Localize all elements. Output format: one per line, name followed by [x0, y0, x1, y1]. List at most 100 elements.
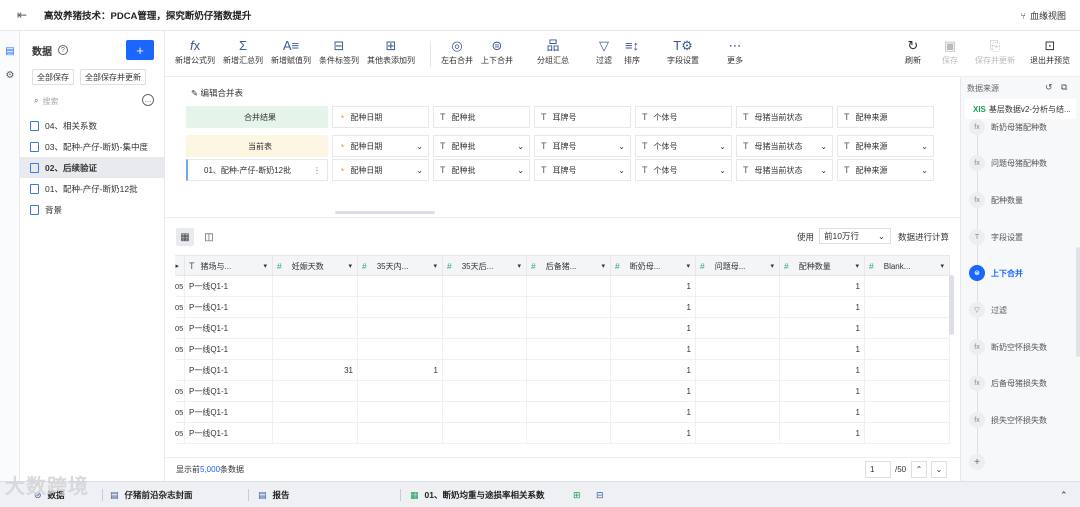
source-column-select[interactable]: T 耳牌号 ⌄: [534, 159, 631, 181]
table-cell[interactable]: [273, 339, 358, 360]
table-cell[interactable]: [527, 423, 611, 444]
dataset-item[interactable]: 背景: [20, 199, 164, 220]
current-column-select[interactable]: T 耳牌号 ⌄: [534, 135, 631, 157]
dataset-item[interactable]: 04、相关系数: [20, 115, 164, 136]
save-update-button[interactable]: ⎘ 保存并更新: [975, 37, 1015, 66]
table-cell[interactable]: 05: [175, 297, 185, 318]
table-cell[interactable]: 1: [611, 276, 696, 297]
new-summary-column-button[interactable]: Σ 新增汇总列: [223, 37, 263, 66]
up-down-merge-button[interactable]: ⊜ 上下合并: [481, 37, 513, 66]
table-cell[interactable]: P一线Q1-1: [185, 360, 273, 381]
tab-correlation[interactable]: ▦ 01、断奶均重与途损率相关系数: [410, 487, 544, 503]
panel-splitter[interactable]: [165, 217, 960, 225]
prev-page-button[interactable]: ⌃: [911, 461, 927, 478]
table-cell[interactable]: 1: [780, 423, 865, 444]
table-cell[interactable]: P一线Q1-1: [185, 402, 273, 423]
table-cell[interactable]: [865, 339, 950, 360]
table-cell[interactable]: 1: [611, 423, 696, 444]
step-item[interactable]: T 字段设置: [969, 227, 1023, 247]
column-header[interactable]: # 断奶母... ▾: [611, 256, 696, 276]
group-summary-button[interactable]: 品分组汇总: [537, 37, 569, 66]
table-cell[interactable]: 05: [175, 423, 185, 444]
new-assign-column-button[interactable]: A≡ 新增赋值列: [271, 37, 311, 66]
filter-button[interactable]: ▽ 过滤: [596, 37, 612, 66]
table-cell[interactable]: P一线Q1-1: [185, 423, 273, 444]
table-cell[interactable]: 1: [611, 381, 696, 402]
table-cell[interactable]: [865, 381, 950, 402]
table-cell[interactable]: 05: [175, 276, 185, 297]
more-options-icon[interactable]: …: [142, 94, 154, 106]
table-cell[interactable]: 05: [175, 339, 185, 360]
table-cell[interactable]: [273, 297, 358, 318]
table-cell[interactable]: [527, 276, 611, 297]
table-cell[interactable]: 05: [175, 381, 185, 402]
save-button[interactable]: ▣ 保存: [942, 37, 958, 66]
table-cell[interactable]: 1: [780, 297, 865, 318]
history-icon[interactable]: ↺: [1045, 82, 1053, 93]
more-options-icon[interactable]: ⋮: [313, 166, 321, 175]
table-cell[interactable]: [358, 402, 443, 423]
steps-scrollbar[interactable]: [1076, 247, 1080, 357]
table-cell[interactable]: P一线Q1-1: [185, 297, 273, 318]
current-column-select[interactable]: T 配种来源 ⌄: [837, 135, 934, 157]
dropdown-arrow-icon[interactable]: ▾: [686, 262, 690, 270]
add-data-button[interactable]: +: [126, 40, 154, 60]
column-header[interactable]: T 猪场与... ▾: [185, 256, 273, 276]
field-settings-button[interactable]: T⚙ 字段设置: [667, 37, 699, 66]
table-cell[interactable]: [865, 423, 950, 444]
current-column-select[interactable]: T 母猪当前状态 ⌄: [736, 135, 833, 157]
dropdown-arrow-icon[interactable]: ▾: [770, 262, 774, 270]
exit-preview-button[interactable]: ⊡ 退出并预览: [1030, 37, 1070, 66]
table-cell[interactable]: [358, 423, 443, 444]
tab-cover[interactable]: ▤ 仔猪前沿杂志封面: [110, 487, 193, 503]
source-column-select[interactable]: T 母猪当前状态 ⌄: [736, 159, 833, 181]
save-all-button[interactable]: 全部保存: [32, 69, 74, 85]
table-cell[interactable]: [527, 402, 611, 423]
dataset-item-selected[interactable]: 02、后续验证: [20, 157, 164, 178]
refresh-button[interactable]: ↻ 刷新: [905, 37, 921, 66]
source-column-select[interactable]: T 配种批 ⌄: [433, 159, 530, 181]
table-cell[interactable]: 1: [611, 318, 696, 339]
table-cell[interactable]: [865, 318, 950, 339]
step-item[interactable]: fx 问题母猪配种数: [969, 153, 1047, 173]
table-cell[interactable]: [527, 318, 611, 339]
table-cell[interactable]: [696, 318, 780, 339]
dropdown-arrow-icon[interactable]: ▾: [433, 262, 437, 270]
table-cell[interactable]: 1: [780, 276, 865, 297]
dataset-item[interactable]: 03、配种-产仔-断奶-集中度: [20, 136, 164, 157]
current-column-select[interactable]: T 配种批 ⌄: [433, 135, 530, 157]
rows-select[interactable]: 前10万行 ⌄: [819, 228, 891, 244]
table-cell[interactable]: [273, 402, 358, 423]
edit-merge-table-button[interactable]: ✎ 编辑合并表: [191, 87, 243, 99]
new-formula-column-button[interactable]: fx 新增公式列: [175, 37, 215, 66]
table-row[interactable]: 05 P一线Q1-1 1 1: [175, 423, 950, 444]
table-cell[interactable]: [865, 297, 950, 318]
table-cell[interactable]: 31: [273, 360, 358, 381]
table-cell[interactable]: 1: [358, 360, 443, 381]
table-row[interactable]: 05 P一线Q1-1 1 1: [175, 297, 950, 318]
add-step-button[interactable]: +: [969, 454, 985, 470]
copy-icon[interactable]: ⧉: [1061, 82, 1067, 93]
table-cell[interactable]: [696, 360, 780, 381]
table-cell[interactable]: [696, 402, 780, 423]
settings-nav-icon[interactable]: ⚙: [0, 63, 20, 87]
table-row[interactable]: 05 P一线Q1-1 1 1: [175, 339, 950, 360]
source-column-select[interactable]: T 配种来源 ⌄: [837, 159, 934, 181]
tab-report[interactable]: ▤ 报告: [258, 487, 290, 503]
table-cell[interactable]: 1: [780, 318, 865, 339]
dropdown-arrow-icon[interactable]: ▾: [348, 262, 352, 270]
table-cell[interactable]: [443, 360, 527, 381]
table-cell[interactable]: [443, 381, 527, 402]
page-input[interactable]: 1: [865, 461, 891, 478]
table-row[interactable]: 05 P一线Q1-1 1 1: [175, 318, 950, 339]
save-all-update-button[interactable]: 全部保存并更新: [80, 69, 146, 85]
table-cell[interactable]: 1: [780, 402, 865, 423]
table-cell[interactable]: [358, 276, 443, 297]
lineage-view-button[interactable]: ⑂ 血缘视图: [1021, 9, 1066, 22]
source-column-select[interactable]: T 个体号 ⌄: [635, 159, 732, 181]
dataset-item[interactable]: 01、配种-产仔-断奶12批: [20, 178, 164, 199]
table-cell[interactable]: [273, 381, 358, 402]
table-row[interactable]: 05 P一线Q1-1 1 1: [175, 402, 950, 423]
table-cell[interactable]: [175, 360, 185, 381]
table-cell[interactable]: 05: [175, 402, 185, 423]
